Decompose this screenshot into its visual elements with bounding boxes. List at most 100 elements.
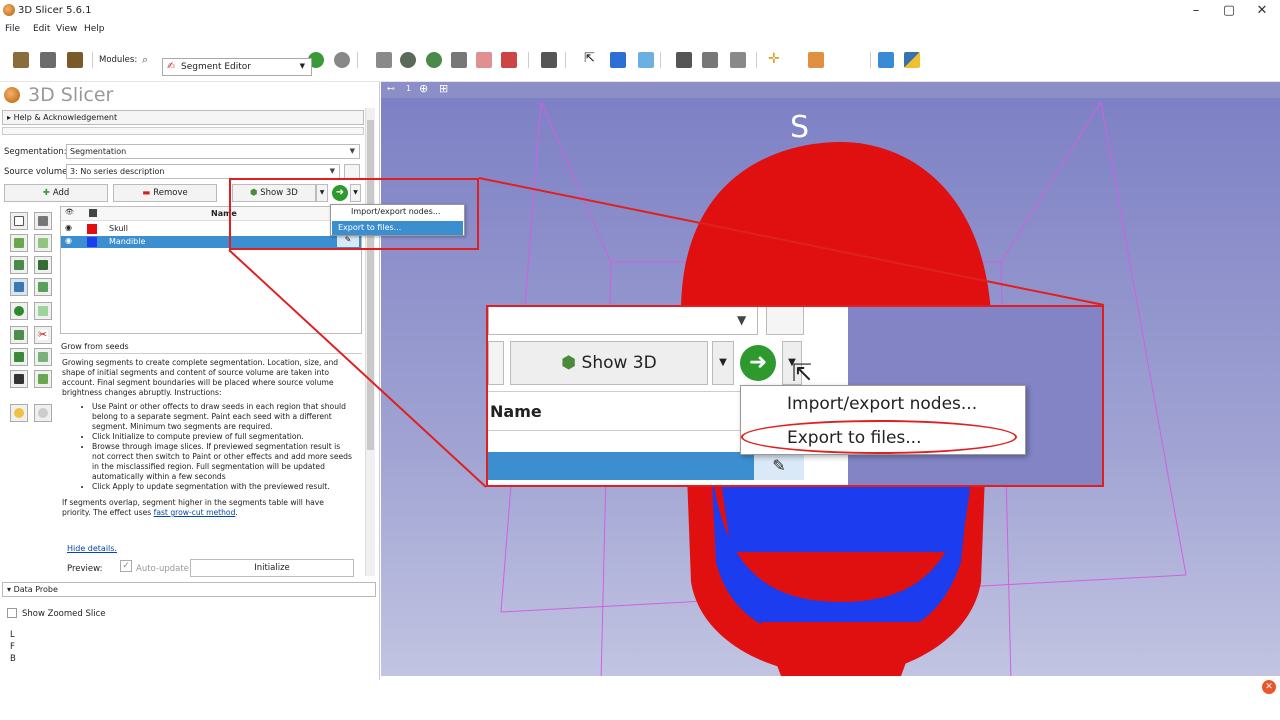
place-fiducial-icon[interactable]	[610, 52, 626, 68]
menu-file[interactable]: File	[5, 24, 20, 34]
mask-volume-button[interactable]	[10, 370, 28, 388]
add-segment-button[interactable]: ✚ Add	[4, 184, 108, 202]
forward-arrow-icon[interactable]	[334, 52, 350, 68]
threshold-icon	[38, 282, 48, 292]
zoom-show3d-button: ⬢ Show 3D	[510, 341, 708, 385]
zoom-remove-button-edge	[488, 341, 504, 385]
segmentation-value: Segmentation	[70, 147, 127, 156]
help-section-header[interactable]: ▸ Help & Acknowledgement	[2, 110, 364, 125]
islands-button[interactable]	[10, 348, 28, 366]
hide-details-link[interactable]: Hide details.	[67, 544, 117, 553]
source-volume-selector[interactable]: 3: No series description ▼	[66, 164, 340, 179]
instruction-item: Click Initialize to compute preview of f…	[92, 432, 352, 442]
level-tracing-icon	[14, 260, 24, 270]
scissors-button[interactable]: ✂	[34, 326, 52, 344]
save-icon[interactable]	[67, 52, 83, 68]
source-volume-options-icon[interactable]	[344, 164, 360, 179]
scissors-icon: ✂	[38, 328, 48, 341]
layout-icon[interactable]	[541, 52, 557, 68]
zoom-export-arrow-icon: ➜	[740, 345, 776, 381]
remove-segment-button[interactable]: ▬ Remove	[113, 184, 217, 202]
hollow-icon	[38, 306, 48, 316]
dicom-icon[interactable]	[40, 52, 56, 68]
grow-cut-link[interactable]: fast grow-cut method	[154, 508, 236, 517]
redo-icon	[38, 408, 48, 418]
window-title: 3D Slicer 5.6.1	[18, 5, 92, 16]
undo-button[interactable]	[10, 404, 28, 422]
chevron-down-icon: ▼	[329, 167, 335, 175]
source-volume-label: Source volume:	[4, 167, 71, 177]
auto-update-checkbox[interactable]: ✓	[120, 560, 132, 572]
fill-between-icon	[14, 282, 24, 292]
redo-button[interactable]	[34, 404, 52, 422]
wrap-solidify-button[interactable]	[34, 370, 52, 388]
instruction-item: Click Apply to update segmentation with …	[92, 482, 352, 492]
effect-intro: Growing segments to create complete segm…	[62, 358, 339, 397]
window-level-icon[interactable]	[730, 52, 746, 68]
paint-effect-button[interactable]	[34, 212, 52, 230]
smoothing-button[interactable]	[10, 326, 28, 344]
mouse-cursor-icon: ⇱	[792, 359, 813, 387]
grow-from-seeds-button[interactable]	[34, 256, 52, 274]
extensions-icon[interactable]	[878, 52, 894, 68]
threshold-button[interactable]	[34, 278, 52, 296]
none-effect-button[interactable]	[10, 212, 28, 230]
models-icon[interactable]	[426, 52, 442, 68]
scene-view-icon[interactable]	[702, 52, 718, 68]
draw-icon	[14, 238, 24, 248]
screenshot-icon[interactable]	[676, 52, 692, 68]
mandible-model-body	[721, 482, 971, 552]
segment-color-swatch[interactable]	[87, 237, 97, 247]
segment-color-swatch[interactable]	[87, 224, 97, 234]
crosshair-icon[interactable]	[638, 52, 654, 68]
menu-edit[interactable]: Edit	[33, 24, 50, 34]
eye-icon[interactable]: ◉	[65, 236, 72, 245]
segmentation-selector[interactable]: Segmentation ▼	[66, 144, 360, 159]
menu-help[interactable]: Help	[84, 24, 105, 34]
toolbar-separator	[565, 52, 566, 68]
chevron-down-icon: ▼	[299, 62, 305, 70]
paint-icon	[38, 216, 48, 226]
eye-icon[interactable]: ◉	[65, 223, 72, 232]
segment-name: Skull	[109, 224, 128, 233]
error-log-icon[interactable]: ✕	[1262, 680, 1276, 694]
draw-effect-button[interactable]	[10, 234, 28, 252]
markups-icon[interactable]	[476, 52, 492, 68]
hollow-button[interactable]	[34, 302, 52, 320]
wrap-icon	[38, 374, 48, 384]
margin-button[interactable]	[10, 302, 28, 320]
erase-effect-button[interactable]	[34, 234, 52, 252]
volumes-icon[interactable]	[400, 52, 416, 68]
python-console-icon[interactable]	[904, 52, 920, 68]
menu-bar: File Edit View Help	[0, 22, 1280, 38]
minimize-button[interactable]: –	[1183, 2, 1209, 20]
logical-icon	[38, 352, 48, 362]
show-zoomed-checkbox[interactable]	[7, 608, 17, 618]
logical-operators-button[interactable]	[34, 348, 52, 366]
menu-view[interactable]: View	[56, 24, 77, 34]
level-tracing-button[interactable]	[10, 256, 28, 274]
segment-editor-icon[interactable]	[501, 52, 517, 68]
pin-icon[interactable]: ⊷	[387, 84, 395, 93]
segment-name: Mandible	[109, 237, 146, 246]
slice-intersection-icon[interactable]	[808, 52, 824, 68]
export-files-highlight-ellipse	[741, 420, 1017, 454]
crosshair-toggle-icon[interactable]: ✛	[768, 51, 780, 67]
title-bar: 3D Slicer 5.6.1 – ▢ ✕	[0, 0, 1280, 22]
module-selector[interactable]: ✍ Segment Editor ▼	[162, 58, 312, 76]
layout-grid-icon[interactable]: ⊞	[439, 82, 448, 95]
center-view-icon[interactable]: ⊕	[419, 82, 428, 95]
fill-between-slices-button[interactable]	[10, 278, 28, 296]
data-probe-header[interactable]: ▾ Data Probe	[2, 582, 376, 597]
transforms-icon[interactable]	[451, 52, 467, 68]
data-module-icon[interactable]	[376, 52, 392, 68]
scrollbar-thumb[interactable]	[367, 120, 374, 450]
close-button[interactable]: ✕	[1249, 2, 1275, 20]
source-volume-value: 3: No series description	[70, 167, 165, 176]
load-data-icon[interactable]	[13, 52, 29, 68]
initialize-button[interactable]: Initialize	[190, 559, 354, 577]
zoom-callout: ▼ ⬢ Show 3D ▼ ➜ ▼ ⇱ Name ✎ Import/export…	[486, 305, 1104, 487]
pointer-icon[interactable]: ⇱	[584, 51, 595, 66]
module-search-icon[interactable]: ⌕	[142, 53, 148, 67]
maximize-button[interactable]: ▢	[1216, 2, 1242, 20]
